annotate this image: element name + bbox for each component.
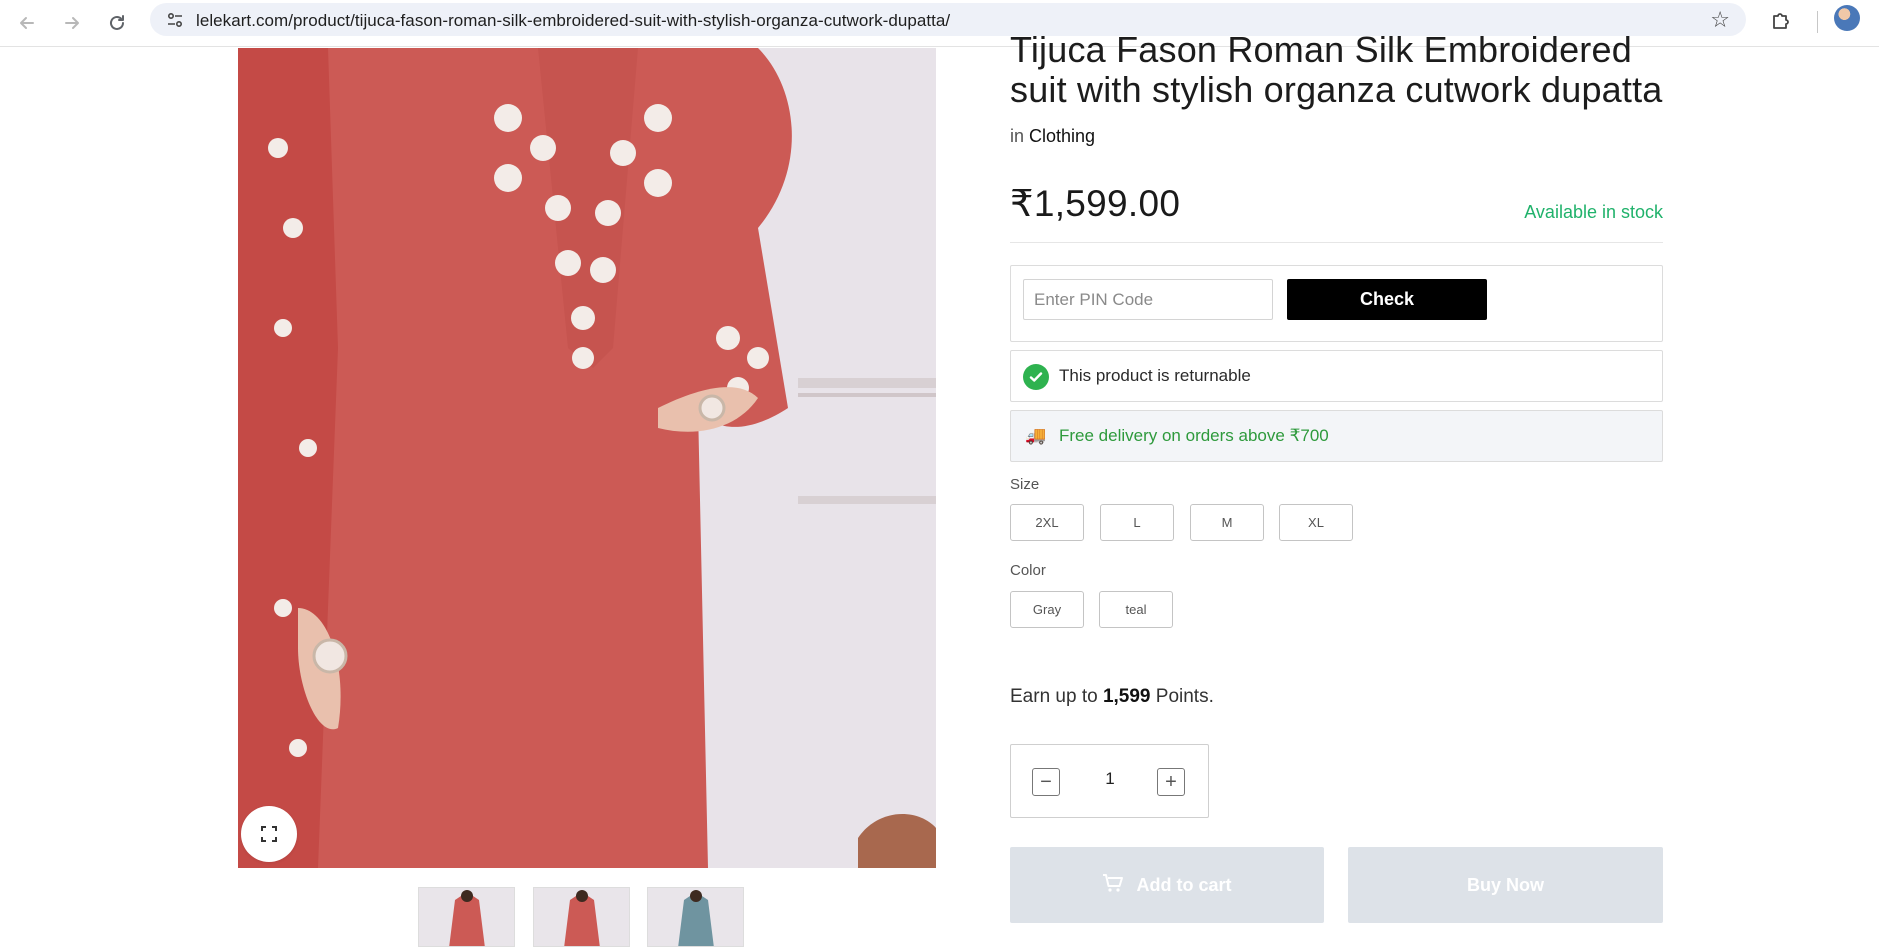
product-category: in Clothing — [1010, 126, 1095, 147]
size-label: Size — [1010, 476, 1040, 493]
points-suffix: Points. — [1155, 686, 1214, 707]
reload-icon[interactable] — [102, 8, 132, 38]
delivery-truck-icon: 🚚 — [1025, 426, 1047, 445]
free-delivery-text: Free delivery on orders above ₹700 — [1059, 426, 1329, 445]
product-thumbnail-2[interactable] — [533, 887, 630, 947]
product-thumbnail-1[interactable] — [418, 887, 515, 947]
cart-icon — [1102, 873, 1124, 898]
product-title: Tijuca Fason Roman Silk Embroidered suit… — [1010, 29, 1663, 110]
buy-now-button[interactable]: Buy Now — [1348, 847, 1663, 923]
url-text[interactable]: lelekart.com/product/tijuca-fason-roman-… — [196, 11, 950, 31]
extensions-puzzle-icon[interactable] — [1768, 8, 1794, 34]
profile-avatar[interactable] — [1834, 5, 1860, 31]
site-info-icon[interactable] — [164, 9, 186, 31]
category-prefix: in — [1010, 126, 1025, 146]
reward-points: Earn up to 1,599 Points. — [1010, 686, 1214, 708]
back-arrow-icon[interactable] — [12, 8, 42, 38]
check-pincode-button[interactable]: Check — [1287, 279, 1487, 320]
category-link[interactable]: Clothing — [1029, 126, 1095, 146]
quantity-stepper: − 1 + — [1010, 744, 1209, 818]
size-option-2xl[interactable]: 2XL — [1010, 504, 1084, 541]
forward-arrow-icon[interactable] — [57, 8, 87, 38]
color-option-gray[interactable]: Gray — [1010, 591, 1084, 628]
quantity-increase-button[interactable]: + — [1157, 768, 1185, 796]
size-option-l[interactable]: L — [1100, 504, 1174, 541]
returnable-notice: This product is returnable — [1010, 350, 1663, 402]
pincode-check-box: Check — [1010, 265, 1663, 342]
add-to-cart-label: Add to cart — [1136, 874, 1232, 895]
check-circle-icon — [1023, 364, 1049, 390]
product-main-image[interactable] — [238, 48, 936, 868]
price-divider — [1010, 242, 1663, 243]
size-option-xl[interactable]: XL — [1279, 504, 1353, 541]
pincode-input[interactable] — [1023, 279, 1273, 320]
points-prefix: Earn up to — [1010, 686, 1098, 707]
quantity-decrease-button[interactable]: − — [1032, 768, 1060, 796]
color-label: Color — [1010, 562, 1046, 579]
color-option-teal[interactable]: teal — [1099, 591, 1173, 628]
stock-status: Available in stock — [1524, 202, 1663, 222]
fullscreen-expand-icon[interactable] — [241, 806, 297, 862]
add-to-cart-button[interactable]: Add to cart — [1010, 847, 1324, 923]
product-price: ₹1,599.00 — [1010, 183, 1181, 224]
bookmark-star-icon[interactable]: ☆ — [1710, 7, 1730, 33]
points-value: 1,599 — [1102, 686, 1151, 707]
free-delivery-notice: 🚚 Free delivery on orders above ₹700 — [1010, 410, 1663, 462]
product-thumbnail-3[interactable] — [647, 887, 744, 947]
size-option-m[interactable]: M — [1190, 504, 1264, 541]
returnable-text: This product is returnable — [1059, 366, 1251, 385]
quantity-value[interactable]: 1 — [1096, 769, 1124, 789]
toolbar-divider — [1817, 11, 1818, 33]
